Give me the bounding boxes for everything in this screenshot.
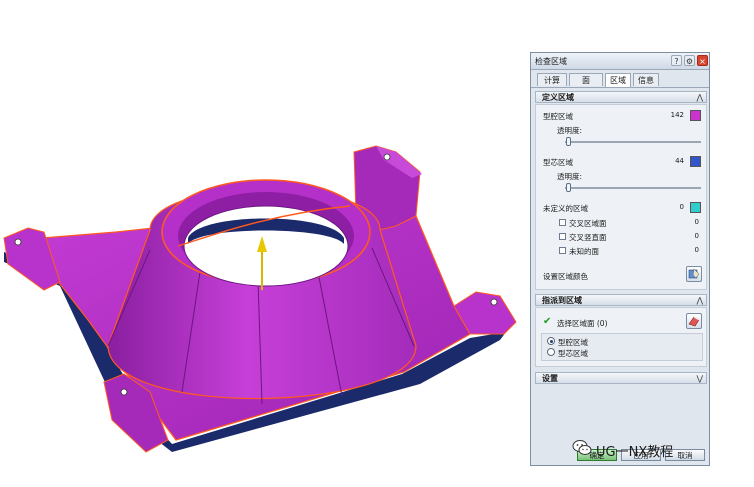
- settings-header-label: 设置: [542, 374, 558, 383]
- watermark-text: UG一NX教程: [596, 445, 674, 460]
- help-icon[interactable]: ?: [671, 55, 682, 66]
- close-icon[interactable]: ×: [697, 55, 708, 66]
- upper-bracket-hole: [383, 153, 391, 161]
- undefined-color-swatch[interactable]: [690, 202, 701, 213]
- opening: [183, 205, 349, 287]
- mold-part-render: [3, 145, 517, 453]
- set-region-color-button[interactable]: [686, 266, 702, 282]
- face-select-icon: [688, 316, 700, 327]
- cavity-region-option-label: 型腔区域: [558, 338, 588, 347]
- undefined-region-count: 0: [679, 203, 684, 211]
- check-icon: ✔: [543, 316, 552, 327]
- tab-info[interactable]: 信息: [633, 73, 659, 86]
- crossing-region-faces-count: 0: [694, 218, 699, 226]
- set-region-color-label: 设置区域颜色: [543, 272, 588, 281]
- crossing-vertical-faces-count: 0: [694, 232, 699, 240]
- gear-icon[interactable]: ⚙: [684, 55, 695, 66]
- crossing-region-faces-label: 交叉区域面: [569, 219, 607, 228]
- check-region-dialog: 检查区域 ? ⚙ × 计算 面 区域 信息 定义区域 ⋀ 型腔区域 142 透明…: [530, 52, 710, 466]
- assign-region-header-label: 指派到区域: [542, 296, 582, 305]
- core-transparency-slider[interactable]: [565, 187, 701, 189]
- color-palette-icon: [688, 268, 700, 279]
- core-region-count: 44: [675, 157, 684, 165]
- assign-region-header[interactable]: 指派到区域 ⋀: [535, 294, 707, 306]
- cavity-region-radio[interactable]: [547, 337, 555, 345]
- dialog-titlebar: 检查区域 ? ⚙ ×: [531, 53, 709, 70]
- tab-bar: 计算 面 区域 信息: [531, 73, 709, 88]
- crossing-vertical-faces-label: 交叉竖直面: [569, 233, 607, 242]
- core-color-swatch[interactable]: [690, 156, 701, 167]
- unknown-faces-label: 未知的面: [569, 247, 599, 256]
- tab-faces[interactable]: 面: [569, 73, 603, 86]
- chevron-down-icon: ⋁: [696, 374, 703, 383]
- tab-compute[interactable]: 计算: [537, 73, 567, 86]
- core-region-radio[interactable]: [547, 348, 555, 356]
- unknown-faces-count: 0: [694, 246, 699, 254]
- select-faces-button[interactable]: [686, 313, 702, 329]
- define-region-header[interactable]: 定义区域 ⋀: [535, 91, 707, 103]
- cavity-color-swatch[interactable]: [690, 110, 701, 121]
- core-transparency-knob[interactable]: [566, 183, 571, 192]
- left-tab-hole: [14, 238, 22, 246]
- select-region-faces-label[interactable]: 选择区域面 (0): [557, 318, 608, 329]
- core-region-option-label: 型芯区域: [558, 349, 588, 358]
- tab-regions[interactable]: 区域: [605, 73, 631, 87]
- core-region-label: 型芯区域: [543, 158, 573, 167]
- define-region-header-label: 定义区域: [542, 93, 574, 102]
- dialog-title: 检查区域: [535, 57, 567, 66]
- crossing-vertical-faces-checkbox[interactable]: [559, 233, 566, 240]
- settings-header[interactable]: 设置 ⋁: [535, 372, 707, 384]
- wechat-icon: [572, 440, 592, 455]
- lower-bracket-hole: [120, 388, 128, 396]
- cavity-transparency-label: 透明度:: [557, 126, 583, 135]
- core-transparency-label: 透明度:: [557, 172, 583, 181]
- cavity-transparency-slider[interactable]: [565, 141, 701, 143]
- cavity-region-count: 142: [670, 111, 684, 119]
- model-viewport[interactable]: [0, 0, 525, 483]
- undefined-region-label: 未定义的区域: [543, 204, 588, 213]
- right-tab-hole: [490, 298, 498, 306]
- cavity-transparency-knob[interactable]: [566, 137, 571, 146]
- chevron-up-icon: ⋀: [696, 296, 703, 305]
- unknown-faces-checkbox[interactable]: [559, 247, 566, 254]
- crossing-region-faces-checkbox[interactable]: [559, 219, 566, 226]
- chevron-up-icon: ⋀: [696, 93, 703, 102]
- cavity-region-label: 型腔区域: [543, 112, 573, 121]
